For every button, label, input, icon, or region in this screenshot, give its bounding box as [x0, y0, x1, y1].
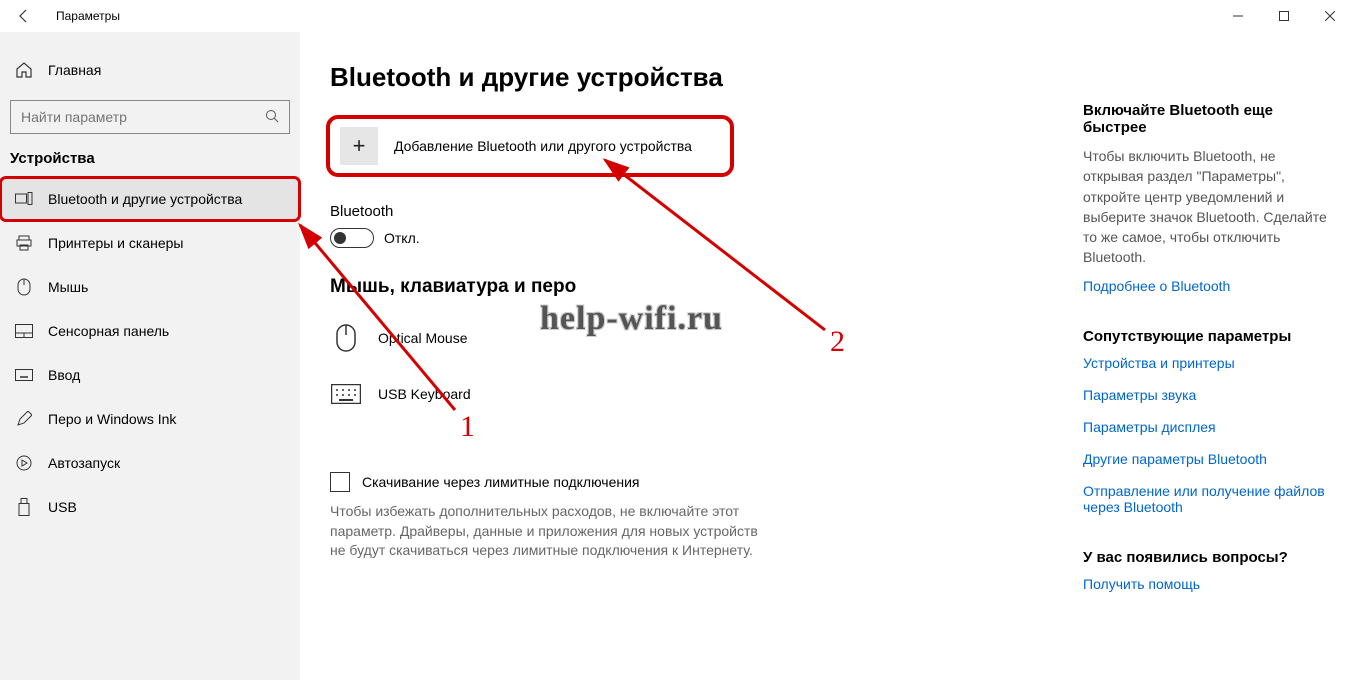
device-label: Optical Mouse: [378, 330, 467, 346]
aside-link-more-bluetooth[interactable]: Подробнее о Bluetooth: [1083, 278, 1333, 294]
mouse-icon: [14, 278, 34, 296]
keyboard-device-icon: [330, 384, 362, 404]
aside-heading: Сопутствующие параметры: [1083, 328, 1333, 345]
aside-link-help[interactable]: Получить помощь: [1083, 576, 1333, 592]
sidebar-item-label: Мышь: [48, 279, 88, 295]
bluetooth-toggle[interactable]: [330, 228, 374, 248]
sidebar-item-label: Автозапуск: [48, 455, 120, 471]
printer-icon: [14, 235, 34, 251]
touchpad-icon: [14, 324, 34, 338]
sidebar-item-label: USB: [48, 499, 77, 515]
annotation-number-1: 1: [460, 410, 475, 444]
sidebar-home[interactable]: Главная: [0, 50, 300, 90]
pen-icon: [14, 411, 34, 427]
sidebar-section-header: Устройства: [0, 150, 300, 177]
device-row[interactable]: USB Keyboard: [330, 366, 1063, 422]
maximize-button[interactable]: [1261, 0, 1307, 32]
sidebar-item-usb[interactable]: USB: [0, 485, 300, 529]
home-icon: [14, 61, 34, 79]
sidebar-item-autoplay[interactable]: Автозапуск: [0, 441, 300, 485]
close-button[interactable]: [1307, 0, 1353, 32]
aside-link-devices-printers[interactable]: Устройства и принтеры: [1083, 355, 1333, 371]
aside-body: Чтобы включить Bluetooth, не открывая ра…: [1083, 146, 1333, 268]
devices-subheading: Мышь, клавиатура и перо: [330, 276, 1063, 298]
bluetooth-state: Откл.: [384, 230, 420, 246]
sidebar-item-label: Принтеры и сканеры: [48, 235, 183, 251]
devices-icon: [14, 192, 34, 206]
sidebar-item-pen[interactable]: Перо и Windows Ink: [0, 397, 300, 441]
sidebar-item-bluetooth[interactable]: Bluetooth и другие устройства: [0, 177, 300, 221]
annotation-number-2: 2: [830, 325, 845, 359]
aside-link-other-bt[interactable]: Другие параметры Bluetooth: [1083, 451, 1333, 467]
metered-checkbox-label: Скачивание через лимитные подключения: [362, 474, 639, 490]
sidebar-item-typing[interactable]: Ввод: [0, 353, 300, 397]
aside-link-bt-files[interactable]: Отправление или получение файлов через B…: [1083, 483, 1333, 515]
device-label: USB Keyboard: [378, 386, 471, 402]
aside-panel: Включайте Bluetooth еще быстрее Чтобы вк…: [1083, 32, 1353, 680]
plus-icon: +: [340, 127, 378, 165]
sidebar-item-touchpad[interactable]: Сенсорная панель: [0, 309, 300, 353]
minimize-button[interactable]: [1215, 0, 1261, 32]
sidebar-item-label: Сенсорная панель: [48, 323, 169, 339]
sidebar-item-printers[interactable]: Принтеры и сканеры: [0, 221, 300, 265]
add-device-button[interactable]: + Добавление Bluetooth или другого устро…: [330, 119, 730, 173]
aside-heading: У вас появились вопросы?: [1083, 549, 1333, 566]
aside-link-display[interactable]: Параметры дисплея: [1083, 419, 1333, 435]
metered-checkbox[interactable]: [330, 472, 350, 492]
mouse-device-icon: [330, 324, 362, 352]
sidebar-item-mouse[interactable]: Мышь: [0, 265, 300, 309]
sidebar-item-label: Перо и Windows Ink: [48, 411, 176, 427]
search-box[interactable]: [10, 100, 290, 134]
watermark: help-wifi.ru: [540, 300, 723, 338]
search-input[interactable]: [21, 109, 265, 125]
bluetooth-label: Bluetooth: [330, 203, 1063, 220]
autoplay-icon: [14, 455, 34, 471]
back-button[interactable]: [14, 6, 34, 26]
main-content: Bluetooth и другие устройства + Добавлен…: [300, 32, 1083, 680]
usb-icon: [14, 498, 34, 516]
sidebar-home-label: Главная: [48, 62, 101, 78]
aside-heading: Включайте Bluetooth еще быстрее: [1083, 102, 1333, 136]
window-title: Параметры: [56, 9, 120, 23]
page-heading: Bluetooth и другие устройства: [330, 62, 1063, 93]
sidebar-item-label: Bluetooth и другие устройства: [48, 191, 242, 207]
sidebar: Главная Устройства Bluetooth и другие ус…: [0, 32, 300, 680]
sidebar-item-label: Ввод: [48, 367, 80, 383]
aside-link-sound[interactable]: Параметры звука: [1083, 387, 1333, 403]
add-device-label: Добавление Bluetooth или другого устройс…: [394, 138, 692, 154]
search-icon: [265, 109, 279, 126]
keyboard-icon: [14, 369, 34, 381]
metered-description: Чтобы избежать дополнительных расходов, …: [330, 502, 760, 561]
